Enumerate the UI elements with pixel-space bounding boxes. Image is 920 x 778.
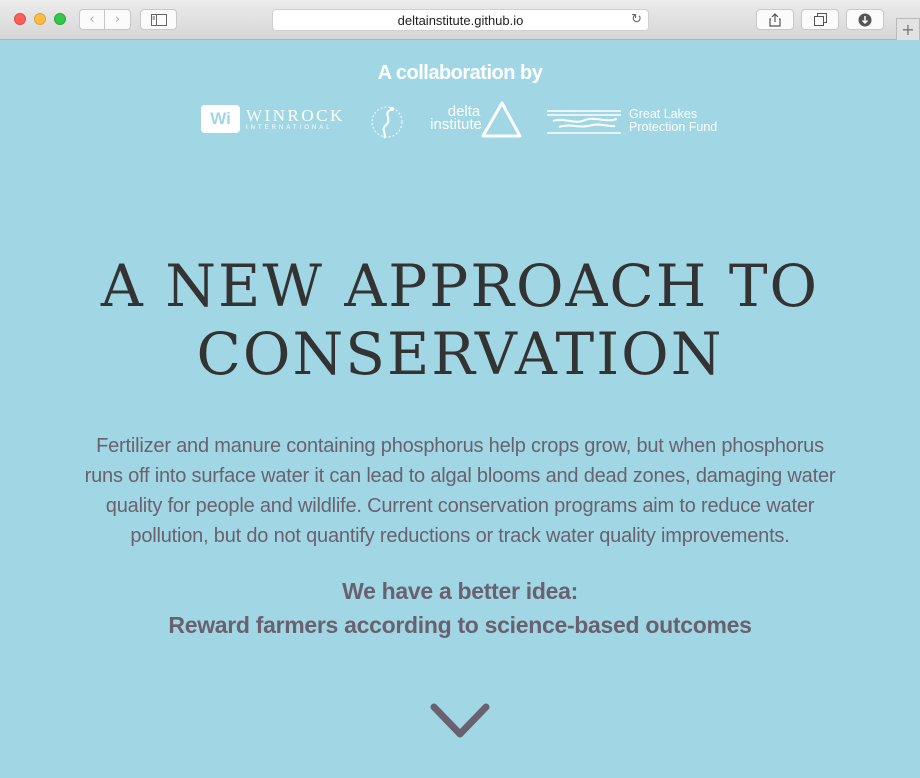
sand-county-foundation-logo[interactable]	[365, 100, 413, 144]
collaboration-label: A collaboration by	[377, 62, 543, 84]
winrock-subtitle: INTERNATIONAL	[246, 125, 333, 131]
forward-button[interactable]: ›	[104, 9, 131, 30]
sidebar-icon	[150, 13, 167, 26]
download-icon	[858, 13, 872, 26]
headline-line2: CONSERVATION	[196, 320, 724, 388]
url-text: deltainstitute.github.io	[397, 12, 524, 28]
close-window-button[interactable]	[14, 13, 26, 25]
partner-logos: Wi WINROCK INTERNATIONAL delta institute…	[0, 100, 920, 142]
show-tabs-button[interactable]	[801, 9, 839, 30]
great-lakes-map-icon	[547, 110, 621, 134]
sidebar-toggle-button[interactable]	[140, 9, 177, 30]
downloads-button[interactable]	[846, 9, 884, 30]
cta-line2: Reward farmers according to science-base…	[168, 612, 752, 638]
headline-line1: A NEW APPROACH TO	[100, 252, 820, 320]
delta-institute-logo[interactable]: delta institute	[430, 100, 525, 147]
cta-line1: We have a better idea:	[342, 578, 578, 604]
share-icon	[769, 12, 781, 27]
minimize-window-button[interactable]	[34, 13, 46, 25]
winrock-mark: Wi	[201, 105, 240, 133]
glpf-line2: Protection Fund	[629, 120, 718, 134]
chevron-left-icon: ‹	[89, 12, 95, 27]
page-title: A NEW APPROACH TO CONSERVATION	[0, 252, 920, 388]
back-button[interactable]: ‹	[79, 9, 105, 30]
zoom-window-button[interactable]	[54, 13, 66, 25]
share-button[interactable]	[756, 9, 794, 30]
new-tab-button[interactable]: +	[896, 18, 920, 40]
great-lakes-protection-fund-logo[interactable]: Great Lakes Protection Fund	[545, 105, 717, 137]
delta-line2: institute	[430, 116, 482, 133]
intro-paragraph: Fertilizer and manure containing phospho…	[84, 435, 836, 547]
plus-icon: +	[901, 20, 915, 39]
browser-toolbar: ‹ › deltainstitute.github.io ↻ +	[0, 0, 920, 40]
winrock-name: WINROCK	[246, 106, 345, 125]
chevron-down-icon[interactable]	[430, 702, 490, 742]
address-bar[interactable]: deltainstitute.github.io ↻	[272, 9, 649, 31]
call-to-action: We have a better idea: Reward farmers ac…	[0, 574, 920, 642]
tabs-icon	[813, 13, 827, 26]
winrock-logo[interactable]: Wi WINROCK INTERNATIONAL	[201, 105, 345, 133]
reload-icon[interactable]: ↻	[631, 12, 642, 27]
chevron-right-icon: ›	[114, 12, 121, 27]
